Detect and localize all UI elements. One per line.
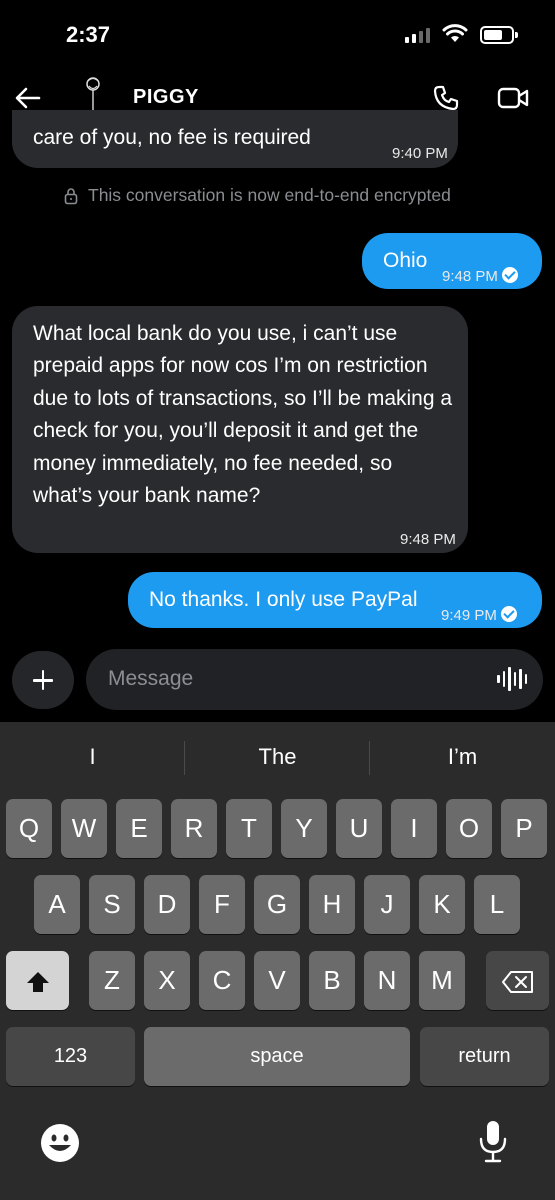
encryption-notice-text: This conversation is now end-to-end encr…: [88, 185, 451, 205]
shift-icon: [26, 972, 49, 993]
key-h[interactable]: H: [309, 875, 355, 934]
wifi-icon: [442, 24, 468, 42]
key-e[interactable]: E: [116, 799, 162, 858]
key-x[interactable]: X: [144, 951, 190, 1010]
message-time: 9:48 PM: [400, 531, 456, 548]
key-g[interactable]: G: [254, 875, 300, 934]
suggestion-2[interactable]: The: [185, 744, 370, 770]
message-incoming[interactable]: What local bank do you use, i can’t use …: [12, 306, 468, 553]
return-key[interactable]: return: [420, 1027, 549, 1086]
key-k[interactable]: K: [419, 875, 465, 934]
verified-check-icon: [501, 267, 518, 283]
key-b[interactable]: B: [309, 951, 355, 1010]
delete-icon: [501, 971, 533, 994]
key-y[interactable]: Y: [281, 799, 327, 858]
message-incoming[interactable]: care of you, no fee is required 9:40 PM: [12, 110, 458, 168]
key-m[interactable]: M: [419, 951, 465, 1010]
key-f[interactable]: F: [199, 875, 245, 934]
emoji-icon[interactable]: [40, 1123, 80, 1163]
contact-name[interactable]: PIGGY: [133, 86, 199, 109]
key-r[interactable]: R: [171, 799, 217, 858]
key-a[interactable]: A: [34, 875, 80, 934]
phone-icon[interactable]: [432, 84, 460, 112]
back-arrow-icon[interactable]: [14, 84, 42, 112]
key-q[interactable]: Q: [6, 799, 52, 858]
key-s[interactable]: S: [89, 875, 135, 934]
message-text: What local bank do you use, i can’t use …: [33, 322, 453, 508]
key-d[interactable]: D: [144, 875, 190, 934]
video-icon[interactable]: [497, 86, 529, 110]
keyboard: I The I’m Q W E R T Y U I O P A S D F G …: [0, 722, 555, 1200]
numbers-key[interactable]: 123: [6, 1027, 135, 1086]
message-time: 9:49 PM: [441, 607, 497, 624]
key-w[interactable]: W: [61, 799, 107, 858]
cellular-signal-icon: [405, 28, 430, 43]
encryption-notice: This conversation is now end-to-end encr…: [64, 185, 451, 206]
key-j[interactable]: J: [364, 875, 410, 934]
suggestion-3[interactable]: I’m: [370, 744, 555, 770]
shift-key[interactable]: [6, 951, 69, 1010]
verified-check-icon: [500, 606, 517, 622]
lock-icon: [64, 187, 78, 204]
add-attachment-button[interactable]: [12, 651, 74, 709]
space-key[interactable]: space: [144, 1027, 410, 1086]
key-t[interactable]: T: [226, 799, 272, 858]
message-time: 9:48 PM: [442, 268, 498, 285]
message-time: 9:40 PM: [392, 145, 448, 162]
key-z[interactable]: Z: [89, 951, 135, 1010]
key-u[interactable]: U: [336, 799, 382, 858]
message-text: care of you, no fee is required: [33, 126, 311, 149]
message-outgoing[interactable]: Ohio 9:48 PM: [362, 233, 542, 289]
battery-icon: [480, 26, 518, 44]
microphone-icon[interactable]: [478, 1119, 508, 1165]
key-o[interactable]: O: [446, 799, 492, 858]
message-input[interactable]: Message: [86, 649, 543, 710]
key-c[interactable]: C: [199, 951, 245, 1010]
suggestion-1[interactable]: I: [0, 744, 185, 770]
key-l[interactable]: L: [474, 875, 520, 934]
key-i[interactable]: I: [391, 799, 437, 858]
key-p[interactable]: P: [501, 799, 547, 858]
status-time: 2:37: [66, 22, 111, 47]
message-outgoing[interactable]: No thanks. I only use PayPal 9:49 PM: [128, 572, 542, 628]
message-text: No thanks. I only use PayPal: [149, 588, 418, 611]
key-n[interactable]: N: [364, 951, 410, 1010]
delete-key[interactable]: [486, 951, 549, 1010]
message-placeholder: Message: [108, 667, 194, 690]
key-v[interactable]: V: [254, 951, 300, 1010]
voice-waveform-icon[interactable]: [497, 667, 527, 691]
message-text: Ohio: [383, 249, 428, 272]
